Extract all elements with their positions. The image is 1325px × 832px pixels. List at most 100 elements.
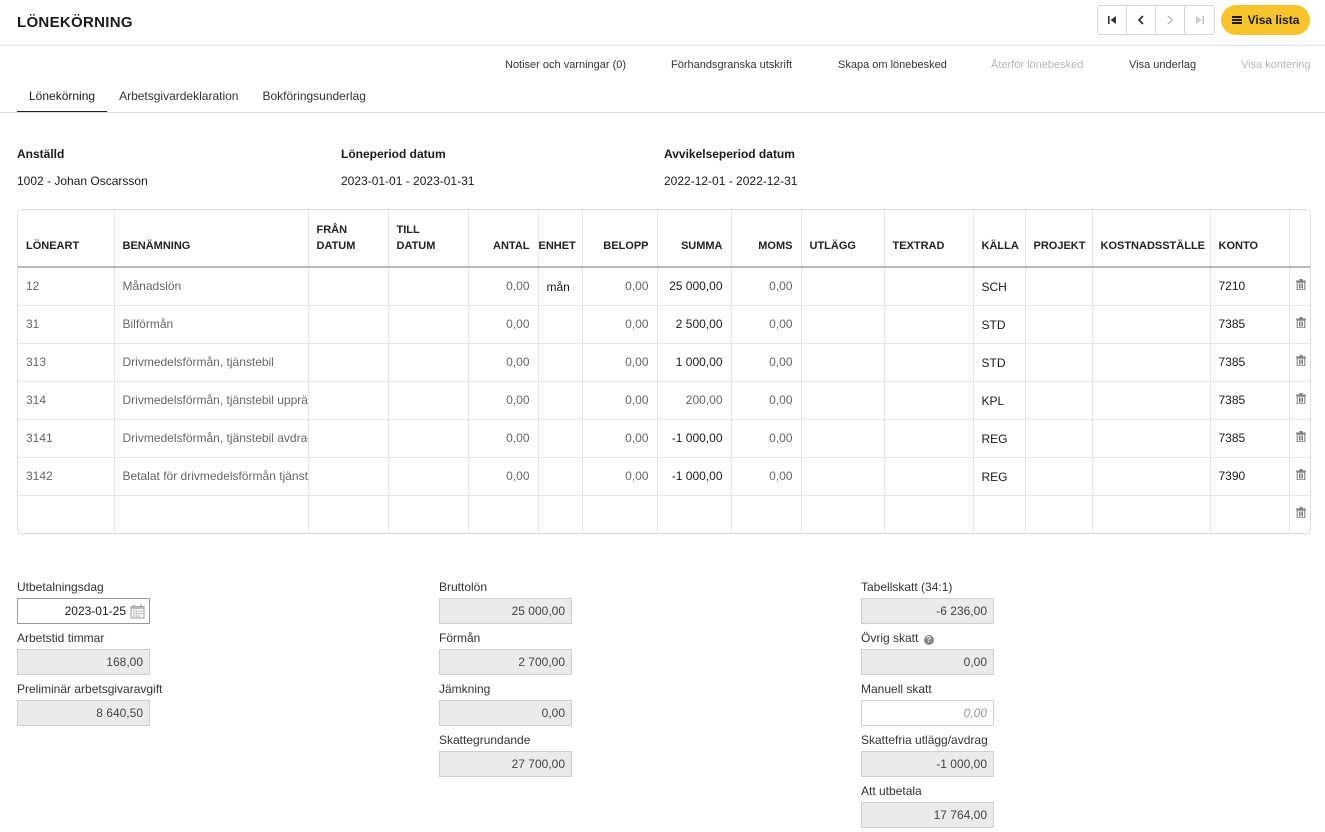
cell-moms[interactable]: 0,00 [731, 457, 802, 496]
cell-belopp[interactable] [582, 495, 658, 532]
cell-fran-datum[interactable] [308, 343, 389, 382]
prev-record-button[interactable] [1127, 6, 1156, 34]
cell-moms[interactable]: 0,00 [731, 343, 802, 382]
cell-utlagg[interactable] [801, 381, 885, 420]
cell-utlagg[interactable] [801, 305, 885, 344]
cell-benamning[interactable]: Månadslön [114, 267, 309, 306]
col-fran-datum[interactable]: FRÅN DATUM [308, 210, 389, 268]
cell-konto[interactable]: 7210 [1210, 267, 1290, 306]
cell-projekt[interactable] [1025, 457, 1093, 496]
cell-till-datum[interactable] [388, 305, 469, 344]
tab-bokforingsunderlag[interactable]: Bokföringsunderlag [250, 83, 377, 113]
cell-loneart[interactable] [18, 495, 115, 532]
cell-benamning[interactable]: Betalat för drivmedelsförmån tjänstebil [114, 457, 309, 496]
cell-textrad[interactable] [884, 305, 974, 344]
cell-summa[interactable]: 200,00 [657, 381, 732, 420]
cell-enhet[interactable] [538, 495, 583, 532]
cell-benamning[interactable]: Drivmedelsförmån, tjänstebil uppräkning [114, 381, 309, 420]
cell-konto[interactable]: 7385 [1210, 381, 1290, 420]
cell-benamning[interactable] [114, 495, 309, 532]
cell-konto[interactable]: 7385 [1210, 343, 1290, 382]
cell-fran-datum[interactable] [308, 267, 389, 306]
cell-moms[interactable]: 0,00 [731, 381, 802, 420]
cell-till-datum[interactable] [388, 267, 469, 306]
cell-enhet[interactable]: mån [538, 267, 583, 306]
cell-antal[interactable]: 0,00 [468, 381, 539, 420]
cell-till-datum[interactable] [388, 419, 469, 458]
cell-moms[interactable]: 0,00 [731, 305, 802, 344]
cell-kalla[interactable]: SCH [973, 267, 1026, 306]
help-icon[interactable]: ? [923, 635, 934, 645]
cell-belopp[interactable]: 0,00 [582, 457, 658, 496]
cell-konto[interactable]: 7385 [1210, 419, 1290, 458]
tab-arbetsgivardeklaration[interactable]: Arbetsgivardeklaration [107, 83, 250, 113]
cell-benamning[interactable]: Bilförmån [114, 305, 309, 344]
utbetalningsdag-input[interactable]: 2023-01-25 [17, 598, 150, 624]
table-row[interactable]: 3142 Betalat för drivmedelsförmån tjänst… [18, 457, 1310, 496]
col-enhet[interactable]: ENHET [538, 210, 583, 268]
cell-projekt[interactable] [1025, 419, 1093, 458]
cell-textrad[interactable] [884, 381, 974, 420]
forhandsgranska-link[interactable]: Förhandsgranska utskrift [671, 59, 792, 71]
cell-kostnadsstalle[interactable] [1092, 267, 1211, 306]
cell-textrad[interactable] [884, 419, 974, 458]
cell-kostnadsstalle[interactable] [1092, 343, 1211, 382]
cell-enhet[interactable] [538, 419, 583, 458]
cell-summa[interactable]: 2 500,00 [657, 305, 732, 344]
cell-till-datum[interactable] [388, 381, 469, 420]
cell-belopp[interactable]: 0,00 [582, 343, 658, 382]
cell-utlagg[interactable] [801, 495, 885, 532]
cell-loneart[interactable]: 31 [18, 305, 115, 344]
cell-fran-datum[interactable] [308, 305, 389, 344]
delete-row-button[interactable] [1289, 381, 1310, 420]
cell-antal[interactable]: 0,00 [468, 457, 539, 496]
table-row[interactable]: 3141 Drivmedelsförmån, tjänstebil avdrag… [18, 419, 1310, 458]
cell-belopp[interactable]: 0,00 [582, 381, 658, 420]
visa-kontering-link[interactable]: Visa kontering [1241, 59, 1311, 71]
visa-lista-button[interactable]: Visa lista [1221, 5, 1310, 35]
cell-antal[interactable] [468, 495, 539, 532]
cell-enhet[interactable] [538, 381, 583, 420]
cell-kalla[interactable] [973, 495, 1026, 532]
cell-benamning[interactable]: Drivmedelsförmån, tjänstebil avdrag [114, 419, 309, 458]
col-benamning[interactable]: BENÄMNING [114, 210, 309, 268]
cell-utlagg[interactable] [801, 267, 885, 306]
delete-row-button[interactable] [1289, 419, 1310, 458]
cell-projekt[interactable] [1025, 343, 1093, 382]
col-moms[interactable]: MOMS [731, 210, 802, 268]
cell-kostnadsstalle[interactable] [1092, 305, 1211, 344]
cell-kalla[interactable]: REG [973, 419, 1026, 458]
cell-enhet[interactable] [538, 305, 583, 344]
manuell-skatt-input[interactable]: 0,00 [861, 700, 994, 726]
cell-antal[interactable]: 0,00 [468, 305, 539, 344]
cell-fran-datum[interactable] [308, 419, 389, 458]
cell-loneart[interactable]: 314 [18, 381, 115, 420]
cell-kostnadsstalle[interactable] [1092, 457, 1211, 496]
notiser-link[interactable]: Notiser och varningar (0) [505, 59, 626, 71]
col-utlagg[interactable]: UTLÄGG [801, 210, 885, 268]
table-row[interactable]: 12 Månadslön 0,00 mån 0,00 25 000,00 0,0… [18, 267, 1310, 306]
cell-utlagg[interactable] [801, 343, 885, 382]
col-projekt[interactable]: PROJEKT [1025, 210, 1093, 268]
col-belopp[interactable]: BELOPP [582, 210, 658, 268]
delete-row-button[interactable] [1289, 343, 1310, 382]
cell-textrad[interactable] [884, 495, 974, 532]
cell-projekt[interactable] [1025, 381, 1093, 420]
cell-antal[interactable]: 0,00 [468, 419, 539, 458]
cell-loneart[interactable]: 3141 [18, 419, 115, 458]
cell-kalla[interactable]: STD [973, 343, 1026, 382]
cell-kalla[interactable]: STD [973, 305, 1026, 344]
col-till-datum[interactable]: TILL DATUM [388, 210, 469, 268]
cell-projekt[interactable] [1025, 267, 1093, 306]
cell-belopp[interactable]: 0,00 [582, 267, 658, 306]
cell-till-datum[interactable] [388, 457, 469, 496]
cell-summa[interactable]: -1 000,00 [657, 419, 732, 458]
cell-textrad[interactable] [884, 267, 974, 306]
cell-konto[interactable]: 7385 [1210, 305, 1290, 344]
cell-kalla[interactable]: REG [973, 457, 1026, 496]
cell-summa[interactable]: -1 000,00 [657, 457, 732, 496]
cell-utlagg[interactable] [801, 457, 885, 496]
cell-till-datum[interactable] [388, 495, 469, 532]
cell-kostnadsstalle[interactable] [1092, 495, 1211, 532]
cell-antal[interactable]: 0,00 [468, 343, 539, 382]
